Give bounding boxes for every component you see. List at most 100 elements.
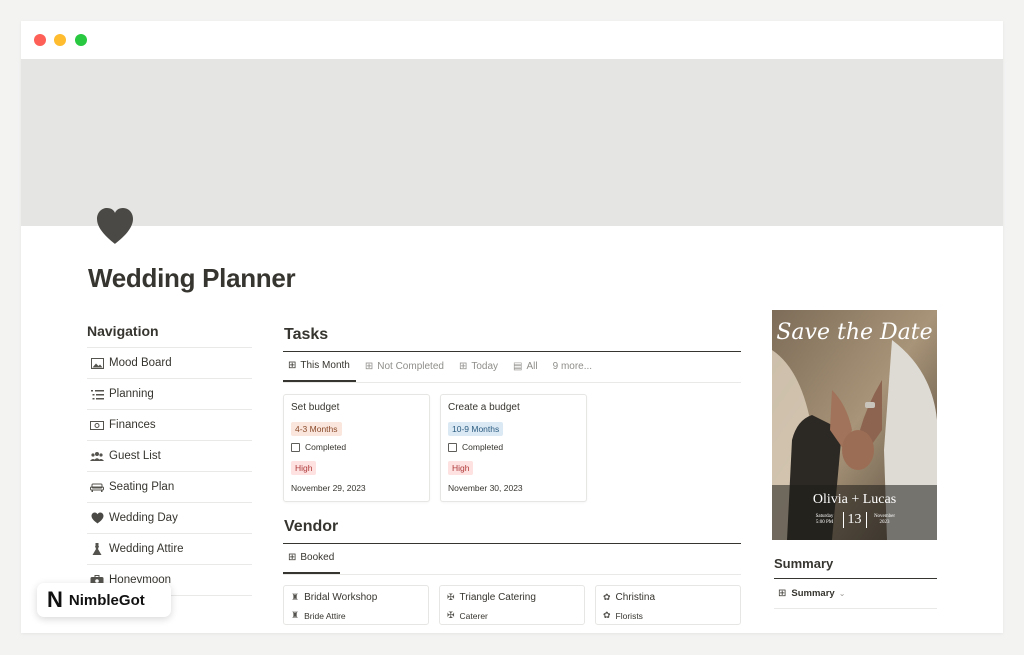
tasks-section: Tasks ⊞ This Month ⊞ Not Completed ⊞ Tod… <box>283 326 741 502</box>
dress-icon <box>90 542 104 556</box>
app-window: Wedding Planner Navigation Mood Board Pl… <box>21 21 1003 633</box>
nav-item-label: Wedding Day <box>109 512 178 524</box>
task-card[interactable]: Set budget 4-3 Months Completed High Nov… <box>283 394 430 502</box>
nav-item-label: Planning <box>109 388 154 400</box>
nav-item-finances[interactable]: Finances <box>87 409 252 440</box>
timeframe-tag: 4-3 Months <box>291 422 342 436</box>
tab-label: Summary <box>791 588 835 599</box>
navigation-panel: Navigation Mood Board Planning Finances … <box>87 321 252 596</box>
completed-checkbox-row[interactable]: Completed <box>448 442 579 452</box>
people-icon <box>90 449 104 463</box>
list-icon <box>90 387 104 401</box>
vendor-name: Triangle Catering <box>459 592 536 603</box>
nav-item-label: Finances <box>109 419 156 431</box>
tasks-gallery: Set budget 4-3 Months Completed High Nov… <box>283 394 741 502</box>
priority-tag: High <box>448 461 474 475</box>
dress-icon: ♜ <box>291 592 300 602</box>
nav-item-wedding-attire[interactable]: Wedding Attire <box>87 533 252 564</box>
completed-label: Completed <box>462 442 504 452</box>
minimize-window-button[interactable] <box>54 34 66 46</box>
event-year: 2023 <box>879 520 890 525</box>
summary-title: Summary <box>774 556 937 579</box>
tab-booked[interactable]: ⊞ Booked <box>283 543 341 574</box>
tab-more-views[interactable]: 9 more... <box>548 351 598 382</box>
vendor-name: Christina <box>615 592 656 603</box>
gallery-icon: ⊞ <box>364 361 374 372</box>
navigation-heading: Navigation <box>87 323 159 339</box>
cutlery-icon: ✠ <box>447 592 455 602</box>
vendor-gallery: ♜ Bridal Workshop ♜ Bride Attire ✠ Triangle… <box>283 585 741 625</box>
heart-icon[interactable] <box>93 204 137 248</box>
tab-summary[interactable]: ⊞ Summary ⌄ <box>774 579 937 609</box>
vendor-card[interactable]: ♜ Bridal Workshop ♜ Bride Attire <box>283 585 429 625</box>
nav-item-label: Guest List <box>109 450 161 462</box>
tab-not-completed[interactable]: ⊞ Not Completed <box>360 351 450 382</box>
completed-checkbox[interactable] <box>448 442 457 452</box>
table-icon: ▤ <box>513 361 523 372</box>
task-title: Set budget <box>291 402 340 413</box>
tab-this-month[interactable]: ⊞ This Month <box>283 351 356 382</box>
tab-label: This Month <box>300 360 350 371</box>
tab-today[interactable]: ⊞ Today <box>454 351 504 382</box>
vendor-view-tabs: ⊞ Booked <box>283 544 741 575</box>
tasks-view-tabs: ⊞ This Month ⊞ Not Completed ⊞ Today ▤ A… <box>283 352 741 383</box>
cutlery-icon: ✠ <box>447 610 455 620</box>
page-title: Wedding Planner <box>88 263 296 293</box>
flower-icon: ✿ <box>603 610 611 620</box>
tab-label: Booked <box>300 552 335 563</box>
task-date: November 29, 2023 <box>291 483 366 493</box>
gallery-icon: ⊞ <box>288 360 297 371</box>
vendor-type: Florists <box>615 610 643 621</box>
summary-section: Summary ⊞ Summary ⌄ <box>774 556 937 609</box>
vendor-title: Vendor <box>283 518 741 544</box>
nav-item-label: Wedding Attire <box>109 543 184 555</box>
vendor-type: Bride Attire <box>304 610 346 621</box>
nimblegot-logo: N <box>47 587 63 612</box>
save-the-date-title: Save the Date <box>776 320 933 345</box>
nav-item-seating-plan[interactable]: Seating Plan <box>87 471 252 502</box>
couple-names: Olivia + Lucas <box>812 492 897 507</box>
heart-icon <box>90 511 104 525</box>
completed-checkbox-row[interactable]: Completed <box>291 442 422 452</box>
priority-tag: High <box>291 461 317 475</box>
vendor-card[interactable]: ✿ Christina ✿ Florists <box>595 585 741 625</box>
nav-item-planning[interactable]: Planning <box>87 378 252 409</box>
nav-item-label: Seating Plan <box>109 481 175 493</box>
tab-label: 9 more... <box>552 361 593 372</box>
nimblegot-label: NimbleGot <box>68 591 145 609</box>
gallery-icon: ⊞ <box>288 552 297 563</box>
event-day: 13 <box>842 512 867 528</box>
tab-label: Not Completed <box>377 361 444 372</box>
vendor-section: Vendor ⊞ Booked ♜ Bridal Workshop ♜ Bride … <box>283 518 741 625</box>
event-time: 5:00 PM <box>815 520 834 525</box>
completed-checkbox[interactable] <box>291 442 300 452</box>
close-window-button[interactable] <box>34 34 46 46</box>
nav-item-label: Mood Board <box>109 357 172 369</box>
tab-label: Today <box>471 361 499 372</box>
title-bar <box>21 21 1003 59</box>
nav-item-wedding-day[interactable]: Wedding Day <box>87 502 252 533</box>
image-icon <box>90 356 104 370</box>
task-date: November 30, 2023 <box>448 483 523 493</box>
task-title: Create a budget <box>448 402 520 413</box>
sofa-icon <box>90 480 104 494</box>
nimblegot-badge[interactable]: N NimbleGot <box>37 583 171 617</box>
gallery-icon: ⊞ <box>778 588 787 599</box>
gallery-icon: ⊞ <box>458 361 468 372</box>
tasks-title: Tasks <box>283 326 741 352</box>
timeframe-tag: 10-9 Months <box>448 422 504 436</box>
save-the-date-image[interactable]: Save the Date Olivia + Lucas Saturday 5:… <box>772 310 937 540</box>
nav-item-guest-list[interactable]: Guest List <box>87 440 252 471</box>
maximize-window-button[interactable] <box>75 34 87 46</box>
flower-icon: ✿ <box>603 592 611 602</box>
tab-label: All <box>526 361 538 372</box>
vendor-card[interactable]: ✠ Triangle Catering ✠ Caterer <box>439 585 585 625</box>
tab-all[interactable]: ▤ All <box>508 351 544 382</box>
chevron-down-icon: ⌄ <box>838 589 846 598</box>
money-icon <box>90 418 104 432</box>
nav-item-mood-board[interactable]: Mood Board <box>87 347 252 378</box>
page-cover[interactable] <box>21 59 1003 226</box>
vendor-type: Caterer <box>459 610 488 621</box>
task-card[interactable]: Create a budget 10-9 Months Completed Hi… <box>440 394 587 502</box>
dress-icon: ♜ <box>291 610 300 620</box>
